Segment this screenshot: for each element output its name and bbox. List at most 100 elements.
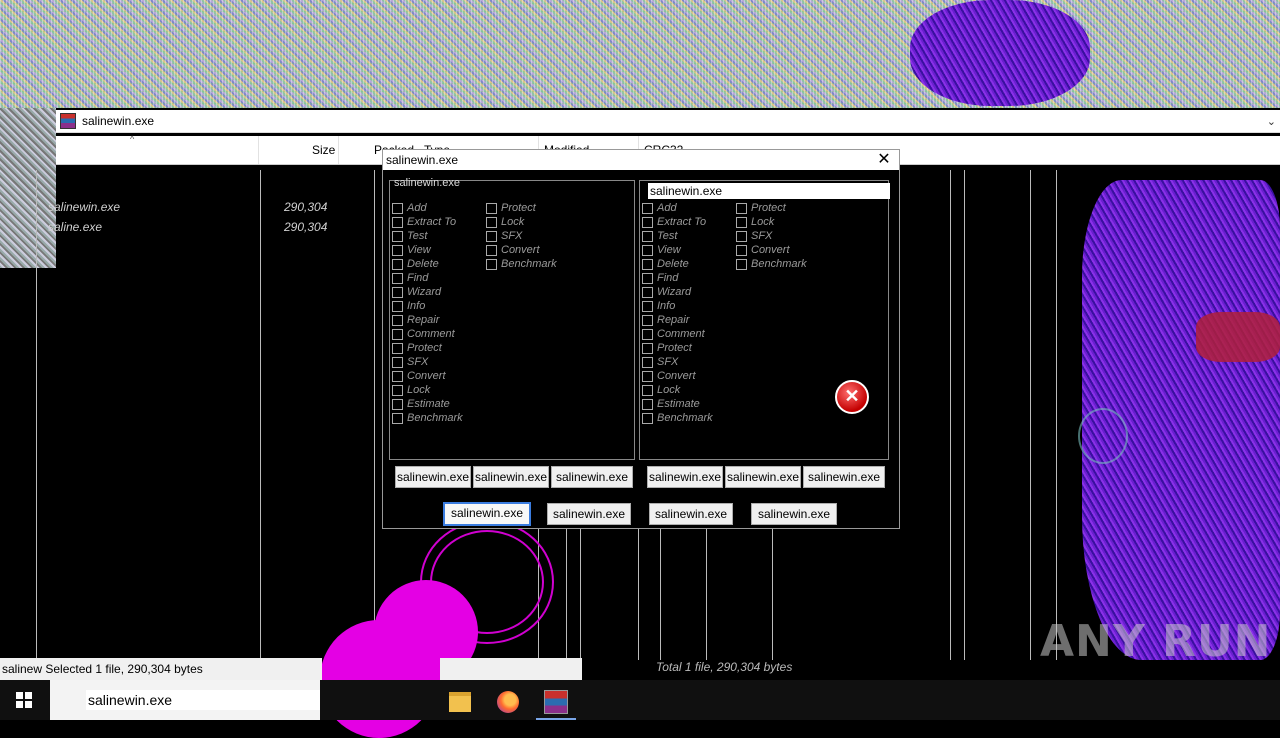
checkbox-icon[interactable] [486,244,497,256]
checkbox-icon[interactable] [392,286,403,298]
option-checkbox[interactable]: Protect [486,201,557,215]
option-checkbox[interactable]: SFX [642,355,713,369]
option-checkbox[interactable]: Convert [392,369,463,383]
bottom-button-1[interactable]: salinewin.exe [443,502,531,526]
option-checkbox[interactable]: Add [392,201,463,215]
pane-left-button-2[interactable]: salinewin.exe [473,466,549,488]
option-checkbox[interactable]: Delete [642,257,713,271]
option-checkbox[interactable]: Test [642,229,713,243]
checkbox-icon[interactable] [392,314,403,326]
checkbox-icon[interactable] [642,258,653,270]
option-checkbox[interactable]: Benchmark [736,257,807,271]
winrar-icon[interactable] [532,684,580,720]
checkbox-icon[interactable] [642,370,653,382]
pane-left-button-1[interactable]: salinewin.exe [395,466,471,488]
checkbox-icon[interactable] [392,398,403,410]
option-checkbox[interactable]: Lock [642,383,713,397]
option-checkbox[interactable]: Repair [392,313,463,327]
start-icon[interactable] [0,680,48,720]
option-checkbox[interactable]: Benchmark [642,411,713,425]
file-explorer-icon[interactable] [436,684,484,720]
option-checkbox[interactable]: Benchmark [486,257,557,271]
option-checkbox[interactable]: Convert [736,243,807,257]
checkbox-icon[interactable] [736,258,747,270]
file-row-name[interactable]: saline.exe [48,220,102,234]
checkbox-icon[interactable] [486,216,497,228]
bottom-button-4[interactable]: salinewin.exe [751,503,837,525]
option-checkbox[interactable]: Info [642,299,713,313]
checkbox-icon[interactable] [642,216,653,228]
checkbox-icon[interactable] [736,216,747,228]
option-checkbox[interactable]: Protect [642,341,713,355]
bottom-button-3[interactable]: salinewin.exe [649,503,733,525]
checkbox-icon[interactable] [736,230,747,242]
pane-right-button-3[interactable]: salinewin.exe [803,466,885,488]
option-checkbox[interactable]: Benchmark [392,411,463,425]
checkbox-icon[interactable] [392,300,403,312]
option-checkbox[interactable]: View [392,243,463,257]
checkbox-icon[interactable] [392,230,403,242]
checkbox-icon[interactable] [392,412,403,424]
search-input[interactable] [86,690,320,710]
option-checkbox[interactable]: Delete [392,257,463,271]
option-checkbox[interactable]: Convert [486,243,557,257]
option-checkbox[interactable]: Wizard [392,285,463,299]
option-checkbox[interactable]: Repair [642,313,713,327]
option-checkbox[interactable]: Lock [392,383,463,397]
checkbox-icon[interactable] [642,286,653,298]
option-checkbox[interactable]: Find [392,271,463,285]
checkbox-icon[interactable] [392,356,403,368]
file-row-name[interactable]: salinewin.exe [48,200,120,214]
checkbox-icon[interactable] [486,230,497,242]
firefox-icon[interactable] [484,684,532,720]
option-checkbox[interactable]: Estimate [642,397,713,411]
option-checkbox[interactable]: View [642,243,713,257]
option-checkbox[interactable]: Lock [736,215,807,229]
option-checkbox[interactable]: SFX [486,229,557,243]
checkbox-icon[interactable] [642,230,653,242]
checkbox-icon[interactable] [392,216,403,228]
checkbox-icon[interactable] [642,272,653,284]
option-checkbox[interactable]: Comment [392,327,463,341]
chevron-down-icon[interactable]: ⌄ [1267,115,1276,128]
checkbox-icon[interactable] [392,202,403,214]
option-checkbox[interactable]: Add [642,201,713,215]
taskbar-search[interactable] [50,680,320,720]
checkbox-icon[interactable] [736,244,747,256]
checkbox-icon[interactable] [392,328,403,340]
option-checkbox[interactable]: Protect [736,201,807,215]
checkbox-icon[interactable] [642,314,653,326]
option-checkbox[interactable]: Convert [642,369,713,383]
checkbox-icon[interactable] [642,398,653,410]
option-checkbox[interactable]: Estimate [392,397,463,411]
bottom-button-2[interactable]: salinewin.exe [547,503,631,525]
checkbox-icon[interactable] [392,370,403,382]
option-checkbox[interactable]: SFX [392,355,463,369]
checkbox-icon[interactable] [642,300,653,312]
close-icon[interactable]: ✕ [873,150,895,170]
column-size[interactable]: Size [312,143,335,157]
option-checkbox[interactable]: Find [642,271,713,285]
pane-right-button-1[interactable]: salinewin.exe [647,466,723,488]
option-checkbox[interactable]: Wizard [642,285,713,299]
option-checkbox[interactable]: Test [392,229,463,243]
checkbox-icon[interactable] [642,356,653,368]
checkbox-icon[interactable] [392,342,403,354]
pane-left-button-3[interactable]: salinewin.exe [551,466,633,488]
checkbox-icon[interactable] [642,342,653,354]
checkbox-icon[interactable] [642,412,653,424]
checkbox-icon[interactable] [642,384,653,396]
checkbox-icon[interactable] [392,258,403,270]
checkbox-icon[interactable] [642,244,653,256]
option-checkbox[interactable]: Info [392,299,463,313]
pane-right-button-2[interactable]: salinewin.exe [725,466,801,488]
option-checkbox[interactable]: Comment [642,327,713,341]
checkbox-icon[interactable] [486,258,497,270]
checkbox-icon[interactable] [486,202,497,214]
dialog-title-bar[interactable]: salinewin.exe ✕ [383,150,899,170]
checkbox-icon[interactable] [392,272,403,284]
option-checkbox[interactable]: Protect [392,341,463,355]
checkbox-icon[interactable] [392,244,403,256]
checkbox-icon[interactable] [736,202,747,214]
checkbox-icon[interactable] [392,384,403,396]
